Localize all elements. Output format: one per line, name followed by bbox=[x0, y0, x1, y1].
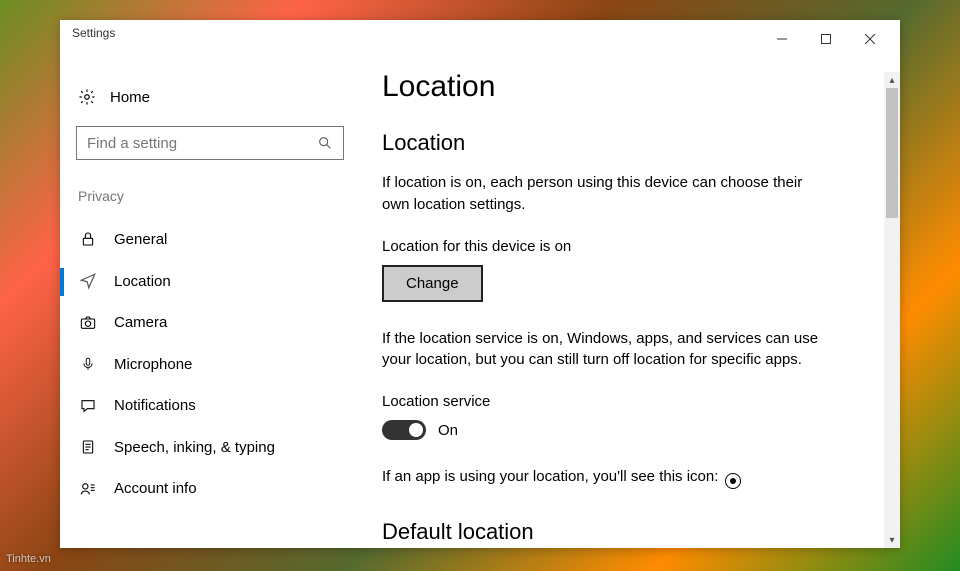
page-title: Location bbox=[382, 70, 870, 104]
window-controls bbox=[760, 26, 892, 52]
clipboard-icon bbox=[78, 438, 98, 456]
sidebar-item-label: General bbox=[114, 231, 167, 248]
home-label: Home bbox=[110, 89, 150, 106]
notifications-icon bbox=[78, 398, 98, 414]
sidebar-item-speech[interactable]: Speech, inking, & typing bbox=[76, 426, 344, 468]
group-header-privacy: Privacy bbox=[76, 188, 344, 218]
home-nav[interactable]: Home bbox=[76, 80, 344, 126]
sidebar-item-general[interactable]: General bbox=[76, 218, 344, 260]
sidebar-item-label: Location bbox=[114, 273, 171, 290]
scrollbar-thumb[interactable] bbox=[886, 88, 898, 218]
sidebar: Home Privacy General Location bbox=[60, 52, 360, 548]
location-service-label: Location service bbox=[382, 393, 870, 410]
sidebar-item-label: Microphone bbox=[114, 356, 192, 373]
scroll-up-arrow[interactable]: ▴ bbox=[884, 72, 900, 88]
search-box[interactable] bbox=[76, 126, 344, 160]
location-target-icon bbox=[725, 473, 741, 489]
maximize-button[interactable] bbox=[804, 26, 848, 52]
sidebar-item-account[interactable]: Account info bbox=[76, 468, 344, 509]
location-service-toggle[interactable] bbox=[382, 420, 426, 440]
minimize-button[interactable] bbox=[760, 26, 804, 52]
main-panel: Location Location If location is on, eac… bbox=[360, 52, 900, 548]
titlebar: Settings bbox=[60, 20, 900, 52]
section-heading-location: Location bbox=[382, 130, 870, 156]
sidebar-item-microphone[interactable]: Microphone bbox=[76, 343, 344, 385]
search-input[interactable] bbox=[87, 135, 317, 152]
change-button[interactable]: Change bbox=[382, 265, 483, 302]
sidebar-item-label: Notifications bbox=[114, 397, 196, 414]
window-title: Settings bbox=[72, 26, 115, 40]
settings-window: Settings Home bbox=[60, 20, 900, 548]
close-button[interactable] bbox=[848, 26, 892, 52]
microphone-icon bbox=[78, 355, 98, 373]
scroll-down-arrow[interactable]: ▾ bbox=[884, 532, 900, 548]
location-service-text: If the location service is on, Windows, … bbox=[382, 328, 822, 372]
sidebar-item-notifications[interactable]: Notifications bbox=[76, 385, 344, 426]
camera-icon bbox=[78, 315, 98, 331]
content: Home Privacy General Location bbox=[60, 52, 900, 548]
location-intro-text: If location is on, each person using thi… bbox=[382, 172, 822, 216]
toggle-state-label: On bbox=[438, 422, 458, 439]
device-location-status: Location for this device is on bbox=[382, 238, 870, 255]
search-icon bbox=[317, 135, 333, 151]
sidebar-item-label: Camera bbox=[114, 314, 167, 331]
section-heading-default-location: Default location bbox=[382, 519, 870, 545]
gear-icon bbox=[78, 88, 96, 106]
sidebar-item-camera[interactable]: Camera bbox=[76, 302, 344, 343]
location-service-toggle-row: On bbox=[382, 420, 870, 440]
sidebar-item-label: Speech, inking, & typing bbox=[114, 439, 275, 456]
watermark: Tinhte.vn bbox=[6, 553, 51, 565]
account-icon bbox=[78, 481, 98, 497]
lock-icon bbox=[78, 230, 98, 248]
sidebar-item-label: Account info bbox=[114, 480, 197, 497]
location-icon-text: If an app is using your location, you'll… bbox=[382, 466, 822, 489]
location-icon bbox=[78, 272, 98, 290]
sidebar-item-location[interactable]: Location bbox=[76, 260, 344, 302]
